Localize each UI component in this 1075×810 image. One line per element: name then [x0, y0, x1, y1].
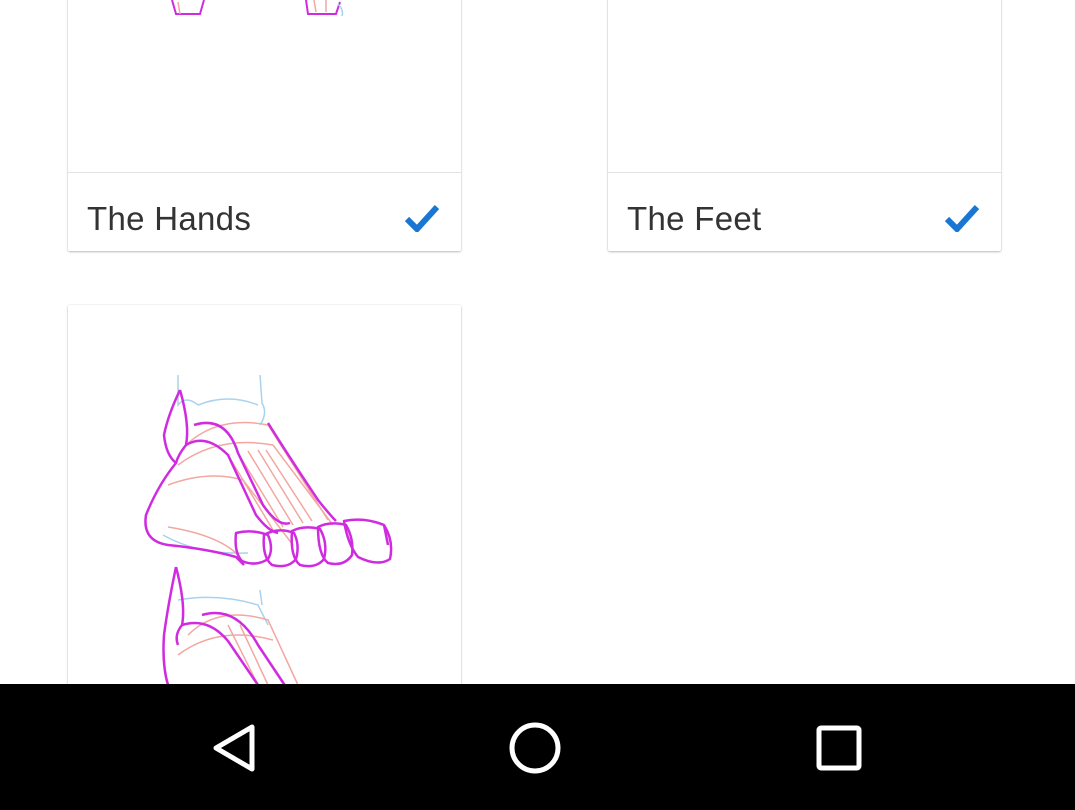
home-icon [509, 722, 561, 774]
feet-sketch-image [608, 0, 1001, 172]
feet-anatomy-thumbnail [68, 305, 461, 725]
card-title: The Feet [627, 200, 762, 237]
checkmark-icon [405, 204, 439, 232]
recents-icon [816, 725, 862, 771]
card-title: The Hands [87, 200, 252, 237]
lesson-card-feet-anatomy[interactable] [68, 305, 461, 725]
lesson-grid-screen: The Hands The Feet [0, 0, 1075, 810]
lesson-card-hands[interactable]: The Hands [68, 0, 461, 251]
checkmark-icon [945, 204, 979, 232]
card-caption: The Hands [68, 172, 461, 251]
system-navigation-bar [0, 684, 1075, 810]
hands-thumbnail [68, 0, 461, 172]
foot-sketch-image [144, 374, 393, 691]
lesson-card-feet[interactable]: The Feet [608, 0, 1001, 251]
back-button[interactable] [203, 720, 263, 776]
feet-thumbnail [608, 0, 1001, 172]
hands-sketch-image [171, 0, 344, 17]
home-button[interactable] [505, 720, 565, 776]
card-caption: The Feet [608, 172, 1001, 251]
back-icon [213, 724, 255, 772]
recents-button[interactable] [809, 720, 869, 776]
